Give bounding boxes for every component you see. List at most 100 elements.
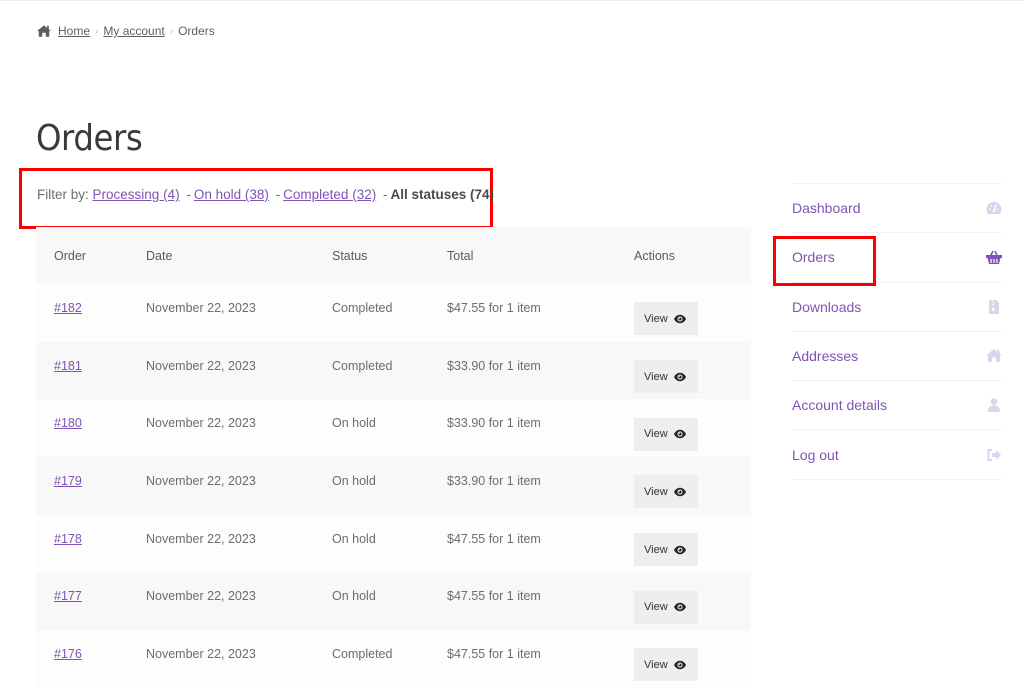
column-header-actions: Actions: [634, 227, 751, 284]
breadcrumb-separator: ›: [95, 25, 99, 37]
top-border: [0, 0, 1024, 1]
view-button-label: View: [644, 312, 668, 325]
order-actions-cell: View: [634, 399, 751, 458]
order-actions-cell: View: [634, 341, 751, 400]
order-total: $33.90 for 1 item: [447, 341, 634, 400]
order-number-link[interactable]: #182: [54, 301, 82, 315]
eye-icon: [673, 545, 686, 554]
table-row: #179 November 22, 2023 On hold $33.90 for 1…: [36, 457, 751, 515]
order-date: November 22, 2023: [146, 630, 332, 688]
order-date: November 22, 2023: [146, 284, 332, 342]
table-row: #176 November 22, 2023 Completed $47.55 for…: [36, 630, 751, 688]
order-number-link[interactable]: #181: [54, 359, 82, 373]
nav-item-dashboard[interactable]: Dashboard: [792, 184, 1002, 234]
order-date: November 22, 2023: [146, 341, 332, 400]
home-icon: [37, 25, 51, 37]
view-order-button[interactable]: View: [634, 302, 698, 336]
nav-item-addresses[interactable]: Addresses: [792, 332, 1002, 382]
order-number-link[interactable]: #179: [54, 474, 82, 488]
view-button-label: View: [644, 543, 668, 556]
home-icon: [986, 349, 1002, 363]
order-date: November 22, 2023: [146, 457, 332, 515]
user-icon: [986, 398, 1002, 413]
breadcrumb-home-link[interactable]: Home: [58, 24, 90, 38]
filter-separator: -: [275, 187, 281, 202]
page-title: Orders: [36, 118, 143, 159]
view-button-label: View: [644, 658, 668, 671]
account-navigation: Dashboard Orders Downloads Addresses Account…: [792, 183, 1002, 480]
view-order-button[interactable]: View: [634, 590, 698, 624]
column-header-total: Total: [447, 227, 634, 284]
nav-link-addresses[interactable]: Addresses: [792, 348, 858, 364]
nav-item-log-out[interactable]: Log out: [792, 430, 1002, 480]
breadcrumb-current: Orders: [178, 24, 215, 38]
order-number-cell: #176: [36, 630, 146, 688]
breadcrumb-separator: ›: [169, 25, 174, 37]
order-date: November 22, 2023: [146, 572, 332, 631]
filter-separator: -: [382, 187, 388, 202]
order-number-link[interactable]: #180: [54, 416, 82, 430]
view-button-label: View: [644, 370, 668, 383]
orders-table: Order Date Status Total Actions #182 Nove…: [36, 227, 751, 688]
order-status: Completed: [332, 341, 447, 400]
order-number-link[interactable]: #177: [54, 589, 82, 603]
order-actions-cell: View: [634, 572, 751, 631]
order-status: Completed: [332, 284, 447, 342]
order-actions-cell: View: [634, 284, 751, 342]
order-total: $47.55 for 1 item: [447, 284, 634, 342]
view-button-label: View: [644, 601, 668, 614]
order-date: November 22, 2023: [146, 514, 332, 573]
eye-icon: [673, 660, 686, 670]
order-status: On hold: [332, 572, 447, 631]
order-number-cell: #177: [36, 572, 146, 631]
table-row: #181 November 22, 2023 Completed $33.90 for…: [36, 341, 751, 400]
view-order-button[interactable]: View: [634, 417, 698, 451]
column-header-date: Date: [146, 227, 332, 284]
view-button-label: View: [644, 485, 668, 498]
order-status: On hold: [332, 514, 447, 573]
view-order-button[interactable]: View: [634, 648, 698, 682]
column-header-status: Status: [332, 227, 447, 284]
view-button-label: View: [644, 428, 668, 441]
view-order-button[interactable]: View: [634, 360, 698, 394]
order-number-link[interactable]: #178: [54, 532, 82, 546]
order-number-cell: #180: [36, 399, 146, 458]
filter-completed-link[interactable]: Completed (32): [283, 187, 376, 202]
filter-prefix: Filter by:: [37, 187, 89, 202]
order-number-link[interactable]: #176: [54, 647, 82, 661]
table-row: #177 November 22, 2023 On hold $47.55 for 1…: [36, 572, 751, 631]
nav-link-account-details[interactable]: Account details: [792, 397, 887, 413]
filter-separator: -: [186, 187, 191, 202]
nav-item-downloads[interactable]: Downloads: [792, 283, 1002, 332]
order-status: On hold: [332, 399, 447, 458]
breadcrumb-my-account-link[interactable]: My account: [103, 24, 164, 38]
order-total: $47.55 for 1 item: [447, 572, 634, 631]
order-status: Completed: [332, 630, 447, 688]
filter-processing-link[interactable]: Processing (4): [93, 187, 180, 202]
eye-icon: [673, 372, 686, 381]
order-total: $33.90 for 1 item: [447, 399, 634, 458]
nav-link-dashboard[interactable]: Dashboard: [792, 200, 861, 216]
nav-link-downloads[interactable]: Downloads: [792, 299, 861, 315]
nav-item-account-details[interactable]: Account details: [792, 381, 1002, 431]
view-order-button[interactable]: View: [634, 475, 698, 509]
order-actions-cell: View: [634, 630, 751, 688]
orders-nav-highlight-box: [773, 236, 876, 286]
eye-icon: [673, 487, 686, 497]
order-number-cell: #181: [36, 341, 146, 400]
order-status: On hold: [332, 457, 447, 515]
eye-icon: [673, 429, 686, 439]
view-order-button[interactable]: View: [634, 533, 698, 567]
dashboard-gauge-icon: [986, 201, 1002, 215]
order-actions-cell: View: [634, 457, 751, 515]
table-header-row: Order Date Status Total Actions: [36, 227, 751, 284]
column-header-order: Order: [36, 227, 146, 284]
eye-icon: [673, 314, 686, 324]
order-total: $47.55 for 1 item: [447, 630, 634, 688]
nav-link-log-out[interactable]: Log out: [792, 447, 839, 463]
file-archive-icon: [986, 299, 1002, 314]
order-number-cell: #182: [36, 284, 146, 342]
filter-on-hold-link[interactable]: On hold (38): [194, 187, 269, 202]
shopping-basket-icon: [986, 250, 1002, 265]
table-row: #180 November 22, 2023 On hold $33.90 for 1…: [36, 399, 751, 458]
